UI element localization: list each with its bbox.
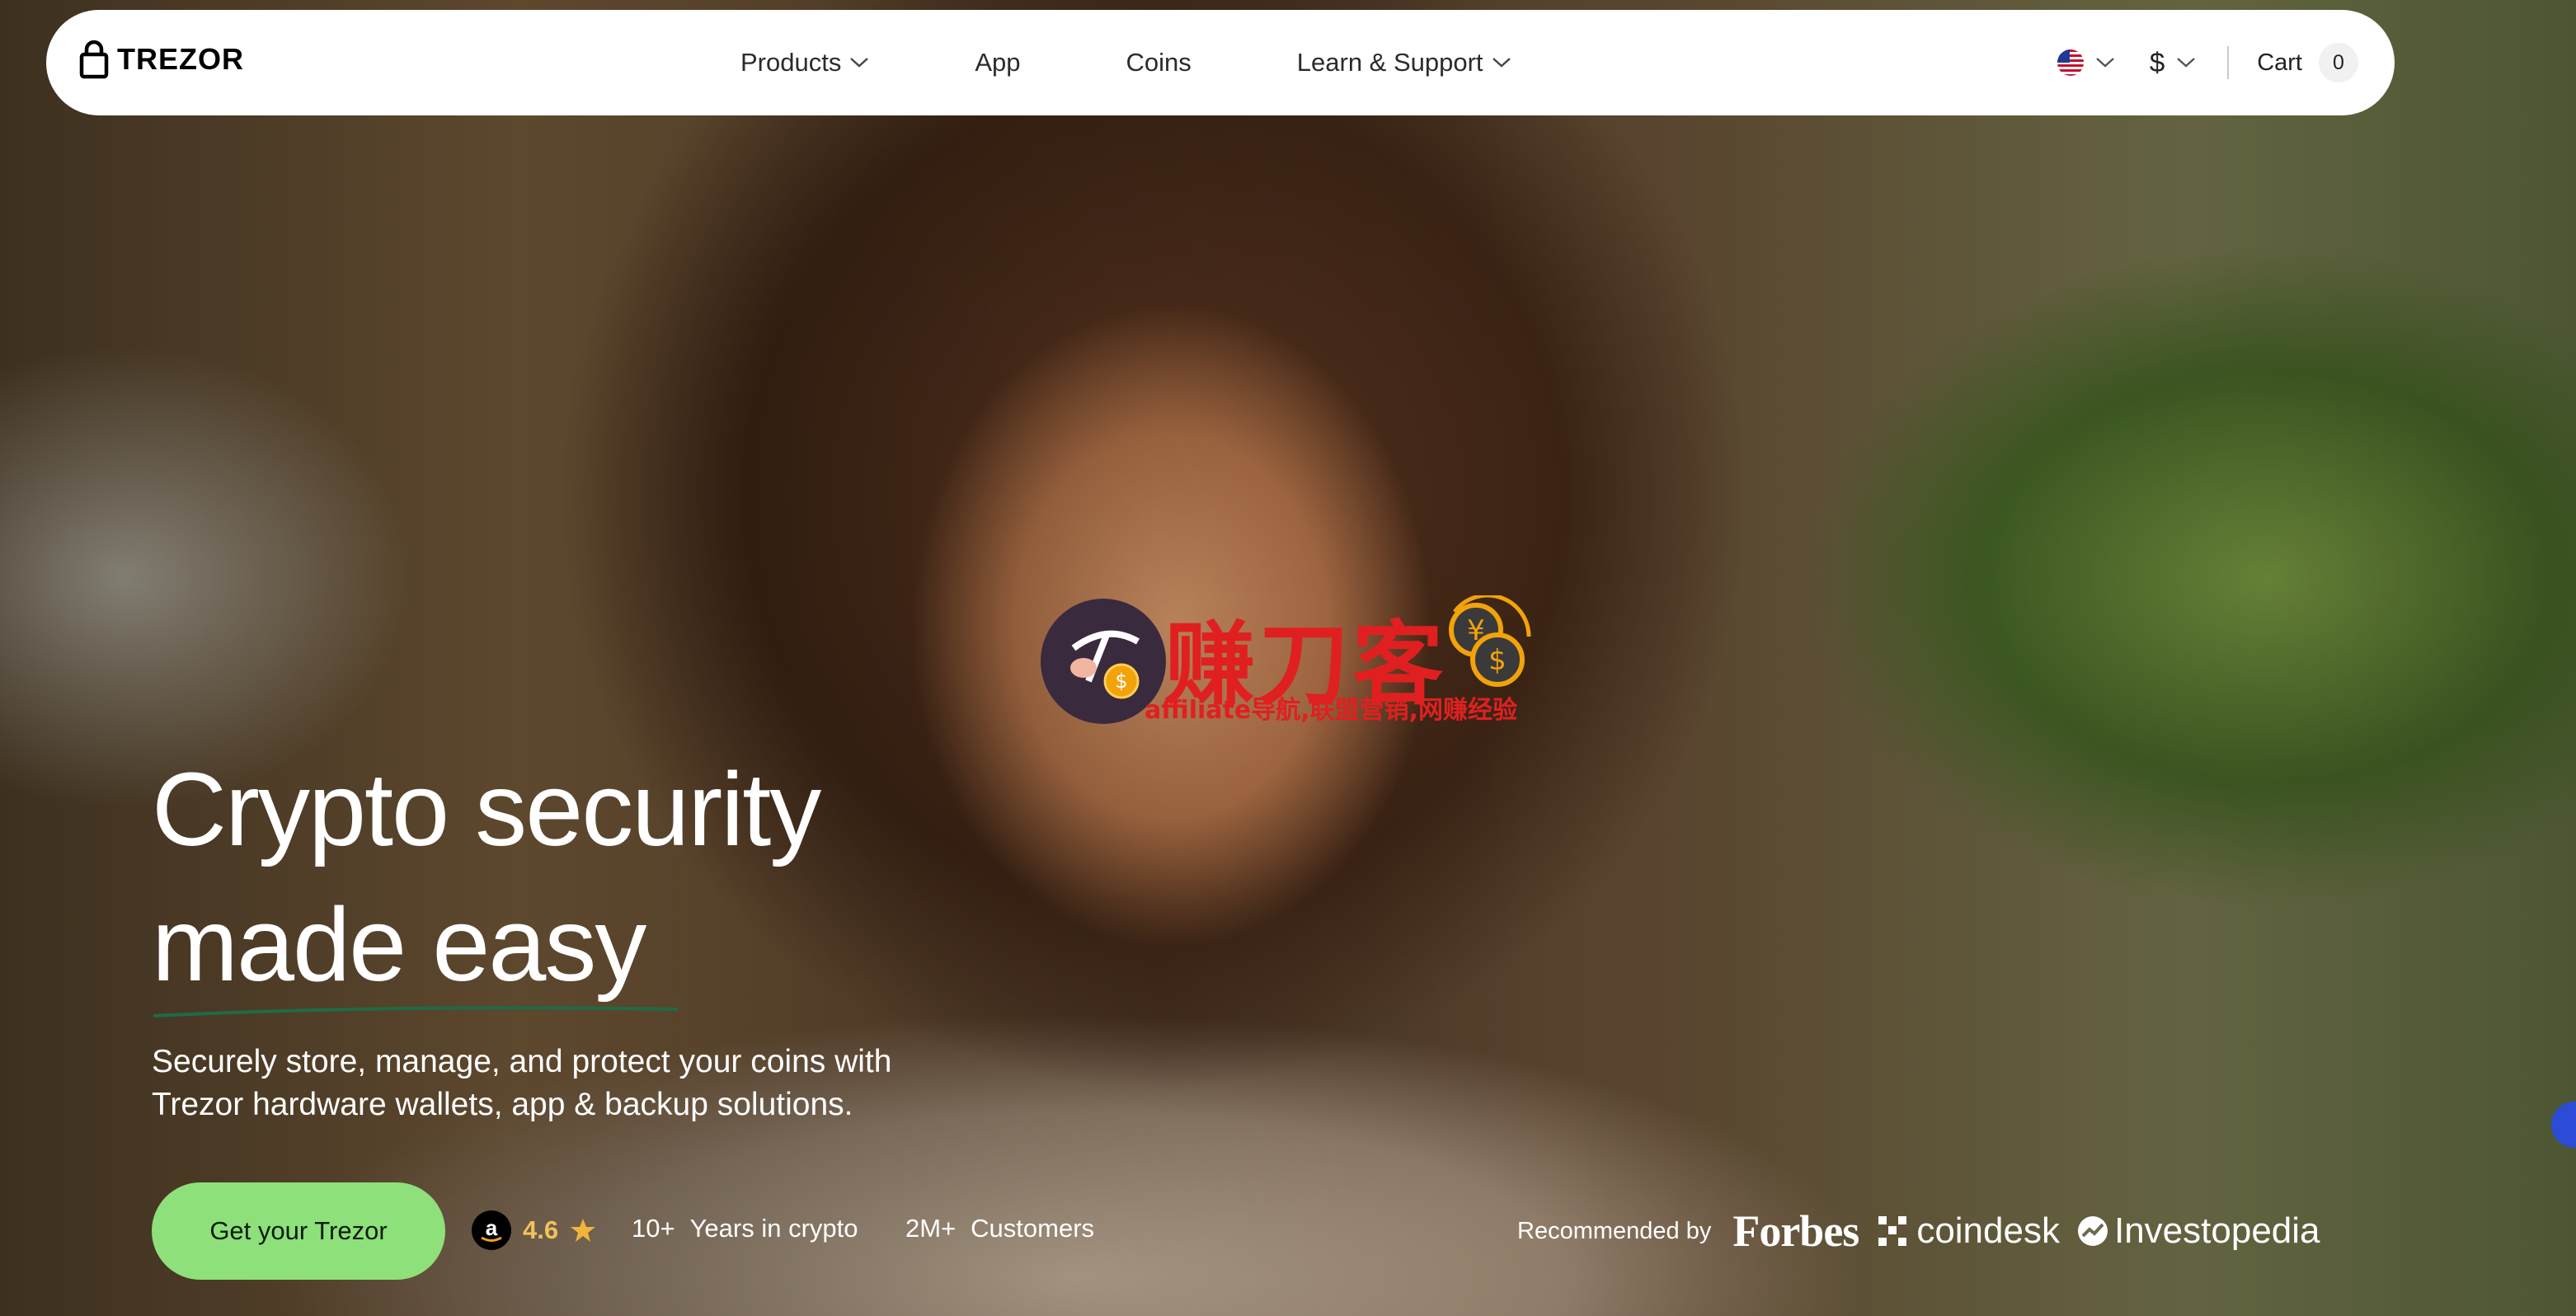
svg-text:a: a [486,1215,498,1240]
hero-headline: Crypto security made easy [152,742,821,1013]
main-nav: Products App Coins Learn & Support [740,10,1511,115]
subtitle-line-1: Securely store, manage, and protect your… [152,1044,892,1079]
svg-text:$: $ [1115,670,1127,693]
chevron-down-icon [850,58,869,68]
cart-label: Cart [2257,49,2302,76]
nav-item-label: App [975,48,1021,77]
headline-line-1: Crypto security [152,751,821,867]
press-label: Recommended by [1517,1217,1712,1244]
coindesk-logo: coindesk [1877,1210,2060,1252]
hero-subtitle: Securely store, manage, and protect your… [152,1041,976,1126]
trezor-logo[interactable]: TREZOR [79,40,244,79]
lock-icon [79,40,109,79]
coindesk-mark-icon [1878,1216,1907,1246]
get-your-trezor-button[interactable]: Get your Trezor [152,1182,445,1280]
chevron-down-icon [2096,58,2114,68]
region-selector[interactable] [2057,49,2115,76]
stat-years-in-crypto: 10+ Years in crypto [632,1214,858,1243]
headline-underline [153,1006,679,1018]
watermark-subtitle: affiliate导航,联盟营销,网赚经验 [1145,696,1517,725]
stat-label: Customers [971,1214,1095,1243]
investopedia-logo: Investopedia [2076,1210,2320,1252]
nav-divider [2227,46,2230,79]
stat-value: 2M+ [905,1214,957,1243]
coindesk-text: coindesk [1916,1210,2060,1251]
amazon-icon: a [472,1210,511,1250]
rating-value: 4.6 [523,1215,559,1244]
stat-value: 10+ [632,1214,675,1243]
stat-label: Years in crypto [689,1214,858,1243]
investopedia-text: Investopedia [2113,1210,2320,1251]
forbes-logo: Forbes [1732,1206,1859,1256]
nav-item-products[interactable]: Products [740,48,869,78]
nav-item-app[interactable]: App [975,48,1020,78]
nav-item-label: Products [740,48,842,77]
top-navbar: TREZOR Products App Coins Learn & Suppor… [46,10,2395,115]
us-flag-icon [2057,49,2084,76]
nav-item-label: Coins [1126,48,1192,77]
nav-item-label: Learn & Support [1296,48,1483,77]
logo-text: TREZOR [117,42,244,76]
svg-text:$: $ [1488,644,1507,677]
star-icon [571,1219,596,1242]
investopedia-mark-icon [2077,1216,2108,1246]
subtitle-line-2: Trezor hardware wallets, app & backup so… [152,1087,853,1122]
coins-icon: ¥ $ [1449,595,1531,687]
currency-symbol: $ [2149,47,2165,78]
cart-button[interactable]: Cart 0 [2257,43,2358,82]
chevron-down-icon [2177,58,2196,68]
stat-customers: 2M+ Customers [905,1214,1094,1243]
nav-utilities: $ Cart 0 [2057,10,2358,115]
nav-item-coins[interactable]: Coins [1126,48,1192,78]
chevron-down-icon [1492,58,1511,68]
currency-selector[interactable]: $ [2150,47,2196,78]
amazon-rating[interactable]: a 4.6 [472,1210,596,1250]
headline-line-2: made easy [152,886,646,1003]
press-recommendations: Recommended by Forbes coindesk Investope… [1517,1206,2320,1257]
nav-item-learn-support[interactable]: Learn & Support [1297,48,1511,78]
cart-count-badge: 0 [2319,43,2358,82]
watermark-overlay: $ 赚刀客 ¥ $ affiliate导航,联盟营销,网赚经验 [1041,590,1535,731]
